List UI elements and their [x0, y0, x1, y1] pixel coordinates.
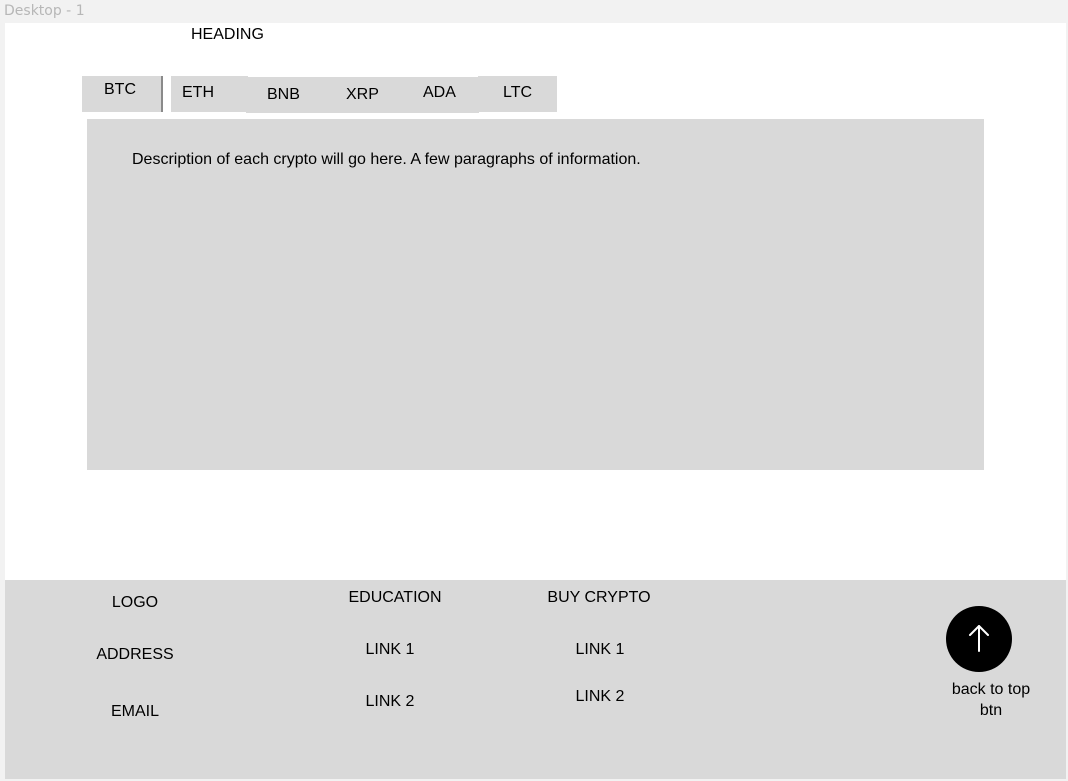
- tab-label: ADA: [423, 84, 456, 101]
- frame-label: Desktop - 1: [4, 3, 85, 19]
- tab-xrp[interactable]: XRP: [325, 77, 405, 113]
- footer-logo: LOGO: [111, 594, 159, 611]
- footer-buy-crypto-link-2[interactable]: LINK 2: [550, 687, 650, 707]
- arrow-up-icon: [969, 625, 989, 652]
- back-to-top-button[interactable]: [946, 606, 1012, 672]
- tab-label: ETH: [182, 84, 214, 101]
- tab-bnb[interactable]: BNB: [246, 77, 326, 113]
- page-heading: HEADING: [191, 26, 264, 43]
- footer-education-link-1[interactable]: LINK 1: [340, 640, 440, 660]
- footer: LOGO ADDRESS EMAIL EDUCATION LINK 1 LINK…: [5, 580, 1066, 779]
- tab-label: XRP: [346, 86, 379, 103]
- crypto-description-panel: Description of each crypto will go here.…: [87, 119, 984, 470]
- tab-eth[interactable]: ETH: [171, 76, 248, 112]
- footer-email: EMAIL: [110, 703, 159, 720]
- tab-label: LTC: [503, 84, 533, 101]
- back-to-top-caption: back to top btn: [951, 681, 1031, 719]
- footer-buy-crypto-title: BUY CRYPTO: [547, 589, 651, 606]
- footer-address: ADDRESS: [96, 646, 174, 663]
- tab-label: BTC: [104, 81, 136, 98]
- tab-btc[interactable]: BTC: [82, 76, 163, 112]
- tab-ada[interactable]: ADA: [403, 77, 479, 113]
- tab-ltc[interactable]: LTC: [478, 76, 557, 112]
- footer-education-title: EDUCATION: [348, 589, 442, 606]
- crypto-description: Description of each crypto will go here.…: [132, 151, 641, 168]
- footer-education-link-2[interactable]: LINK 2: [340, 692, 440, 712]
- tab-label: BNB: [267, 86, 300, 103]
- footer-buy-crypto-link-1[interactable]: LINK 1: [550, 640, 650, 660]
- desktop-frame: HEADING BTC ETH BNB XRP ADA LTC Descript…: [5, 23, 1066, 779]
